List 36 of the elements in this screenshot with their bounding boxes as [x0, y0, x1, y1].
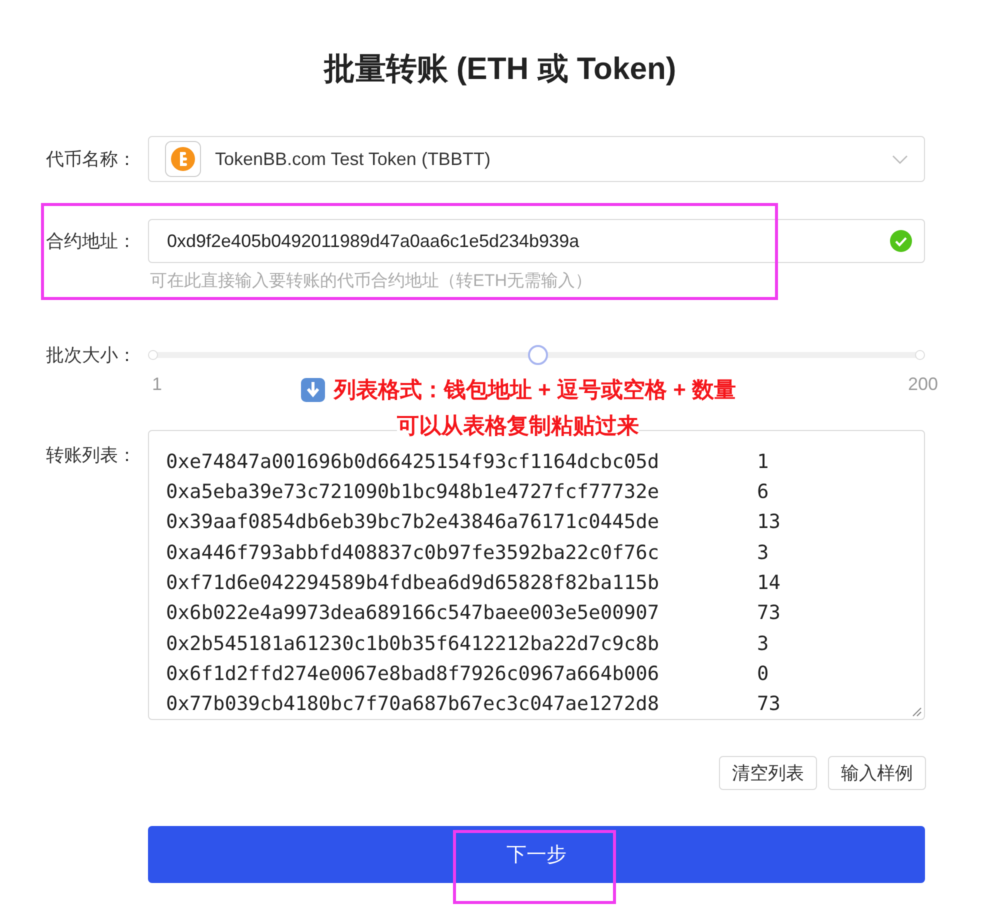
list-address: 0xe74847a001696b0d66425154f93cf1164dcbc05d	[166, 448, 660, 475]
coin-icon	[165, 141, 201, 177]
field-label: 代币名称：	[45, 148, 137, 170]
slider-track[interactable]	[148, 344, 925, 366]
list-amount: 73	[757, 691, 780, 718]
list-address: 0xa446f793abbfd408837c0b97fe3592ba22c0f76c	[166, 540, 660, 566]
contract-address-field[interactable]: 0xd9f2e405b0492011989d47a0aa6c1e5d234b939a	[148, 219, 925, 263]
list-address: 0x6b022e4a9973dea689166c547baee003e5e00907	[166, 600, 660, 626]
list-address: 0x39aaf0854db6eb39bc7b2e43846a76171c0445de	[166, 509, 660, 536]
field-label: 转账列表：	[45, 444, 137, 467]
field-label: 批次大小：	[45, 344, 137, 366]
resize-handle-icon[interactable]	[910, 705, 922, 717]
token-select[interactable]: TokenBB.com Test Token (TBBTT)	[148, 136, 925, 182]
chevron-down-icon	[892, 154, 908, 164]
page-title: 批量转账 (ETH 或 Token)	[322, 50, 678, 88]
list-amount: 3	[757, 630, 769, 656]
list-amount: 1	[757, 448, 769, 475]
next-button[interactable]: 下一步	[148, 826, 925, 883]
list-address: 0xf71d6e042294589b4fdbea6d9d65828f82ba115b	[166, 570, 660, 596]
slider-max-label: 200	[908, 373, 938, 396]
field-label: 合约地址：	[45, 230, 137, 252]
slider-thumb[interactable]	[528, 345, 548, 365]
slider-min-label: 1	[152, 373, 162, 396]
hint-text: 可在此直接输入要转账的代币合约地址（转ETH无需输入）	[150, 271, 592, 290]
list-amount: 3	[757, 540, 769, 566]
list-button[interactable]: 输入样例	[828, 756, 926, 790]
list-address: 0x2b545181a61230c1b0b35f6412212ba22d7c9c8b	[166, 630, 660, 656]
list-amount: 0	[757, 660, 769, 687]
list-amount: 13	[757, 509, 780, 536]
list-address: 0x77b039cb4180bc7f70a687b67ec3c047ae1272d8	[166, 691, 660, 718]
list-amount: 14	[757, 570, 780, 596]
list-amount: 6	[757, 478, 769, 505]
list-amount: 73	[757, 600, 780, 626]
list-button[interactable]: 清空列表	[719, 756, 817, 790]
list-address: 0x6f1d2ffd274e0067e8bad8f7926c0967a664b006	[166, 660, 660, 687]
list-address: 0xa5eba39e73c721090b1bc948b1e4727fcf77732e	[166, 478, 660, 505]
